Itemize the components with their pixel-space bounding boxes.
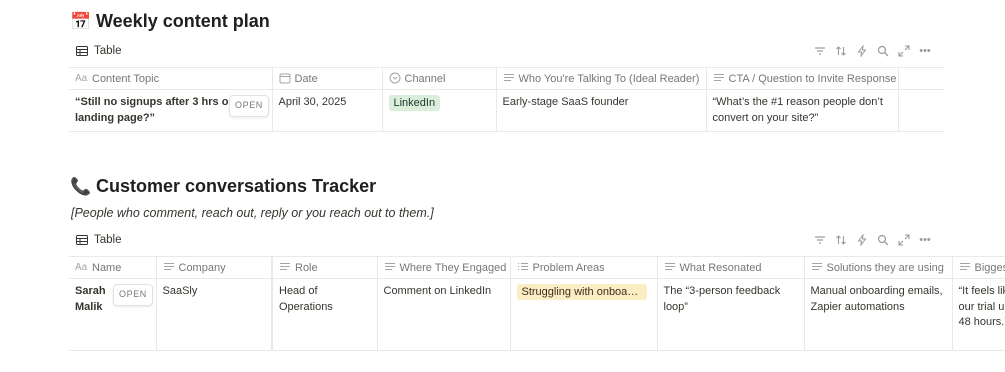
- channel-tag: LinkedIn: [388, 95, 441, 111]
- column-header-solutions[interactable]: Solutions they are using: [804, 256, 953, 279]
- role-cell[interactable]: Head of Operations: [271, 278, 378, 351]
- date-cell[interactable]: April 30, 2025: [272, 89, 383, 132]
- more-icon[interactable]: •••: [919, 234, 931, 246]
- column-header-company[interactable]: Company: [156, 256, 273, 279]
- sort-icon[interactable]: [835, 234, 847, 246]
- column-header-date[interactable]: Date: [272, 67, 383, 90]
- view-tab-table[interactable]: Table: [76, 234, 122, 246]
- column-header-empty: [898, 67, 944, 90]
- text-lines-icon: [280, 263, 290, 270]
- problem-area-tag: Struggling with onboarding: [516, 284, 647, 300]
- column-header-channel[interactable]: Channel: [382, 67, 497, 90]
- text-title-icon: Aa: [75, 262, 88, 274]
- view-tab-table[interactable]: Table: [76, 45, 122, 57]
- search-icon[interactable]: [877, 234, 889, 246]
- problem-areas-cell[interactable]: Struggling with onboarding: [510, 278, 658, 351]
- name-text: Sarah Malik: [75, 285, 106, 313]
- company-cell[interactable]: SaaSly: [156, 278, 273, 351]
- view-tab-label: Table: [94, 45, 122, 57]
- section-subtitle: [People who comment, reach out, reply or…: [71, 206, 434, 220]
- open-row-button[interactable]: OPEN: [229, 95, 269, 117]
- column-header-content-topic[interactable]: Aa Content Topic: [69, 67, 273, 90]
- content-topic-cell[interactable]: “Still no signups after 3 hrs on your la…: [69, 89, 273, 132]
- text-lines-icon: [959, 263, 970, 270]
- table-view-icon: [76, 235, 88, 245]
- section-heading: Customer conversations Tracker: [96, 176, 377, 196]
- text-lines-icon: [163, 263, 174, 270]
- calendar-emoji-icon: 📅: [70, 11, 92, 31]
- page-title: Weekly content plan: [96, 11, 270, 31]
- text-lines-icon: [811, 263, 822, 270]
- section-title-customer-conversations: 📞 Customer conversations Tracker: [70, 176, 376, 197]
- empty-cell: [898, 89, 944, 132]
- open-row-button[interactable]: OPEN: [113, 284, 153, 306]
- channel-cell[interactable]: LinkedIn: [382, 89, 497, 132]
- table-row[interactable]: Sarah Malik OPEN SaaSly Head of Operatio…: [69, 278, 1005, 351]
- name-cell[interactable]: Sarah Malik OPEN: [69, 278, 157, 351]
- calendar-icon: [279, 73, 290, 84]
- column-header-problem-areas[interactable]: Problem Areas: [510, 256, 658, 279]
- section-title-weekly-content-plan: 📅 Weekly content plan: [70, 11, 270, 32]
- solutions-cell[interactable]: Manual onboarding emails, Zapier automat…: [804, 278, 953, 351]
- text-lines-icon: [713, 74, 724, 81]
- text-title-icon: Aa: [75, 73, 88, 85]
- column-header-cta[interactable]: CTA / Question to Invite Response: [706, 67, 899, 90]
- text-lines-icon: [664, 263, 675, 270]
- ideal-reader-cell[interactable]: Early-stage SaaS founder: [496, 89, 707, 132]
- sort-icon[interactable]: [835, 45, 847, 57]
- weekly-content-table: Aa Content Topic Date Channel Who You're …: [69, 67, 944, 132]
- customer-conversations-table: Aa Name Company Role Where They Engaged P…: [69, 256, 1005, 351]
- expand-icon[interactable]: [898, 234, 910, 246]
- expand-icon[interactable]: [898, 45, 910, 57]
- table-view-icon: [76, 46, 88, 56]
- biggest-cell[interactable]: “It feels lik our trial u 48 hours.”: [952, 278, 1005, 351]
- automation-bolt-icon[interactable]: [856, 234, 868, 246]
- view-tab-label: Table: [94, 234, 122, 246]
- what-resonated-cell[interactable]: The “3-person feedback loop”: [657, 278, 805, 351]
- where-engaged-cell[interactable]: Comment on LinkedIn: [377, 278, 511, 351]
- table-toolbar: •••: [814, 234, 931, 246]
- table-toolbar: •••: [814, 45, 931, 57]
- column-header-role[interactable]: Role: [271, 256, 378, 279]
- select-icon: [389, 72, 400, 84]
- column-header-name[interactable]: Aa Name: [69, 256, 157, 279]
- column-header-where-engaged[interactable]: Where They Engaged: [377, 256, 511, 279]
- search-icon[interactable]: [877, 45, 889, 57]
- column-header-what-resonated[interactable]: What Resonated: [657, 256, 805, 279]
- column-header-ideal-reader[interactable]: Who You're Talking To (Ideal Reader): [496, 67, 707, 90]
- telephone-emoji-icon: 📞: [70, 176, 92, 196]
- column-header-biggest[interactable]: Bigges: [952, 256, 1005, 279]
- filter-icon[interactable]: [814, 45, 826, 57]
- more-icon[interactable]: •••: [919, 45, 931, 57]
- cta-cell[interactable]: “What’s the #1 reason people don’t conve…: [706, 89, 899, 132]
- filter-icon[interactable]: [814, 234, 826, 246]
- text-lines-icon: [503, 74, 514, 81]
- multi-select-icon: [517, 263, 528, 270]
- table-row[interactable]: “Still no signups after 3 hrs on your la…: [69, 89, 944, 132]
- automation-bolt-icon[interactable]: [856, 45, 868, 57]
- text-lines-icon: [384, 263, 395, 270]
